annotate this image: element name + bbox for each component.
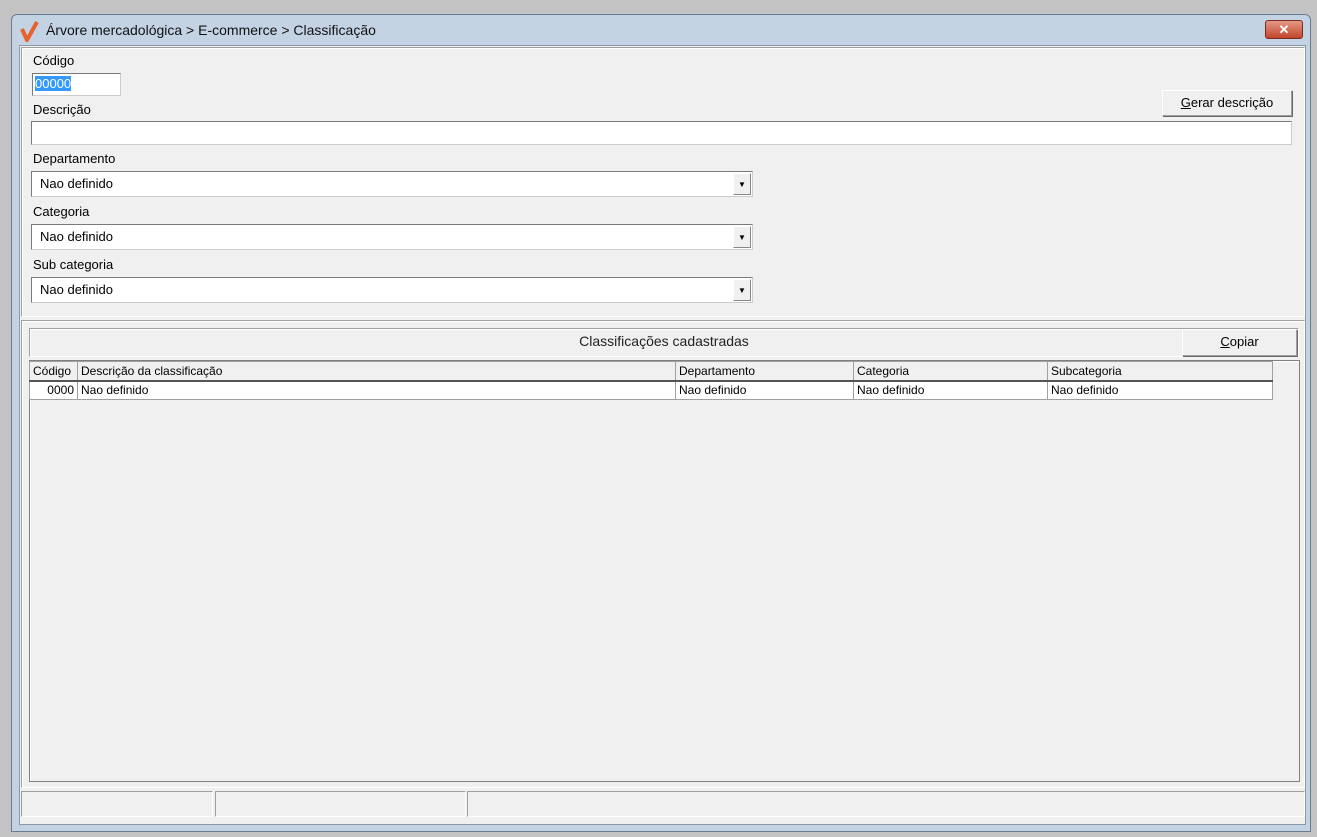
cell-subcategoria: Nao definido (1047, 380, 1273, 400)
cell-descricao: Nao definido (77, 380, 676, 400)
codigo-label: Código (33, 53, 75, 68)
col-subcategoria[interactable]: Subcategoria (1047, 361, 1273, 382)
table-header: Código Descrição da classificação Depart… (29, 361, 1273, 382)
cell-departamento: Nao definido (675, 380, 854, 400)
status-panel-1 (21, 791, 213, 817)
col-categoria[interactable]: Categoria (853, 361, 1048, 382)
chevron-down-icon[interactable]: ▼ (733, 226, 751, 248)
cell-codigo: 0000 (29, 380, 78, 400)
categoria-label: Categoria (33, 204, 90, 219)
subcategoria-label: Sub categoria (33, 257, 114, 272)
departamento-label: Departamento (33, 151, 116, 166)
departamento-select[interactable]: Nao definido ▼ (31, 171, 753, 197)
table-row[interactable]: 0000 Nao definido Nao definido Nao defin… (29, 380, 1273, 400)
subcategoria-select[interactable]: Nao definido ▼ (31, 277, 753, 303)
chevron-down-icon[interactable]: ▼ (733, 279, 751, 301)
col-codigo[interactable]: Código (29, 361, 78, 382)
status-panel-3 (467, 791, 1305, 817)
col-departamento[interactable]: Departamento (675, 361, 854, 382)
status-panel-2 (215, 791, 466, 817)
copiar-button[interactable]: Copiar (1182, 329, 1297, 356)
descricao-label: Descrição (33, 102, 91, 117)
app-logo-icon (20, 21, 39, 42)
codigo-value: 00000 (35, 76, 72, 91)
descricao-input[interactable] (31, 121, 1292, 145)
classificacoes-grid[interactable]: Código Descrição da classificação Depart… (29, 360, 1300, 782)
gerar-descricao-button[interactable]: Gerar descrição (1162, 90, 1292, 116)
chevron-down-icon[interactable]: ▼ (733, 173, 751, 195)
col-descricao[interactable]: Descrição da classificação (77, 361, 676, 382)
categoria-select[interactable]: Nao definido ▼ (31, 224, 753, 250)
cell-categoria: Nao definido (853, 380, 1048, 400)
codigo-input[interactable]: 00000 (32, 73, 121, 96)
grid-title: Classificações cadastradas (29, 328, 1299, 357)
classificacoes-table: Código Descrição da classificação Depart… (29, 361, 1273, 400)
window-title: Árvore mercadológica > E-commerce > Clas… (46, 22, 376, 38)
close-button[interactable]: ✕ (1265, 20, 1303, 39)
